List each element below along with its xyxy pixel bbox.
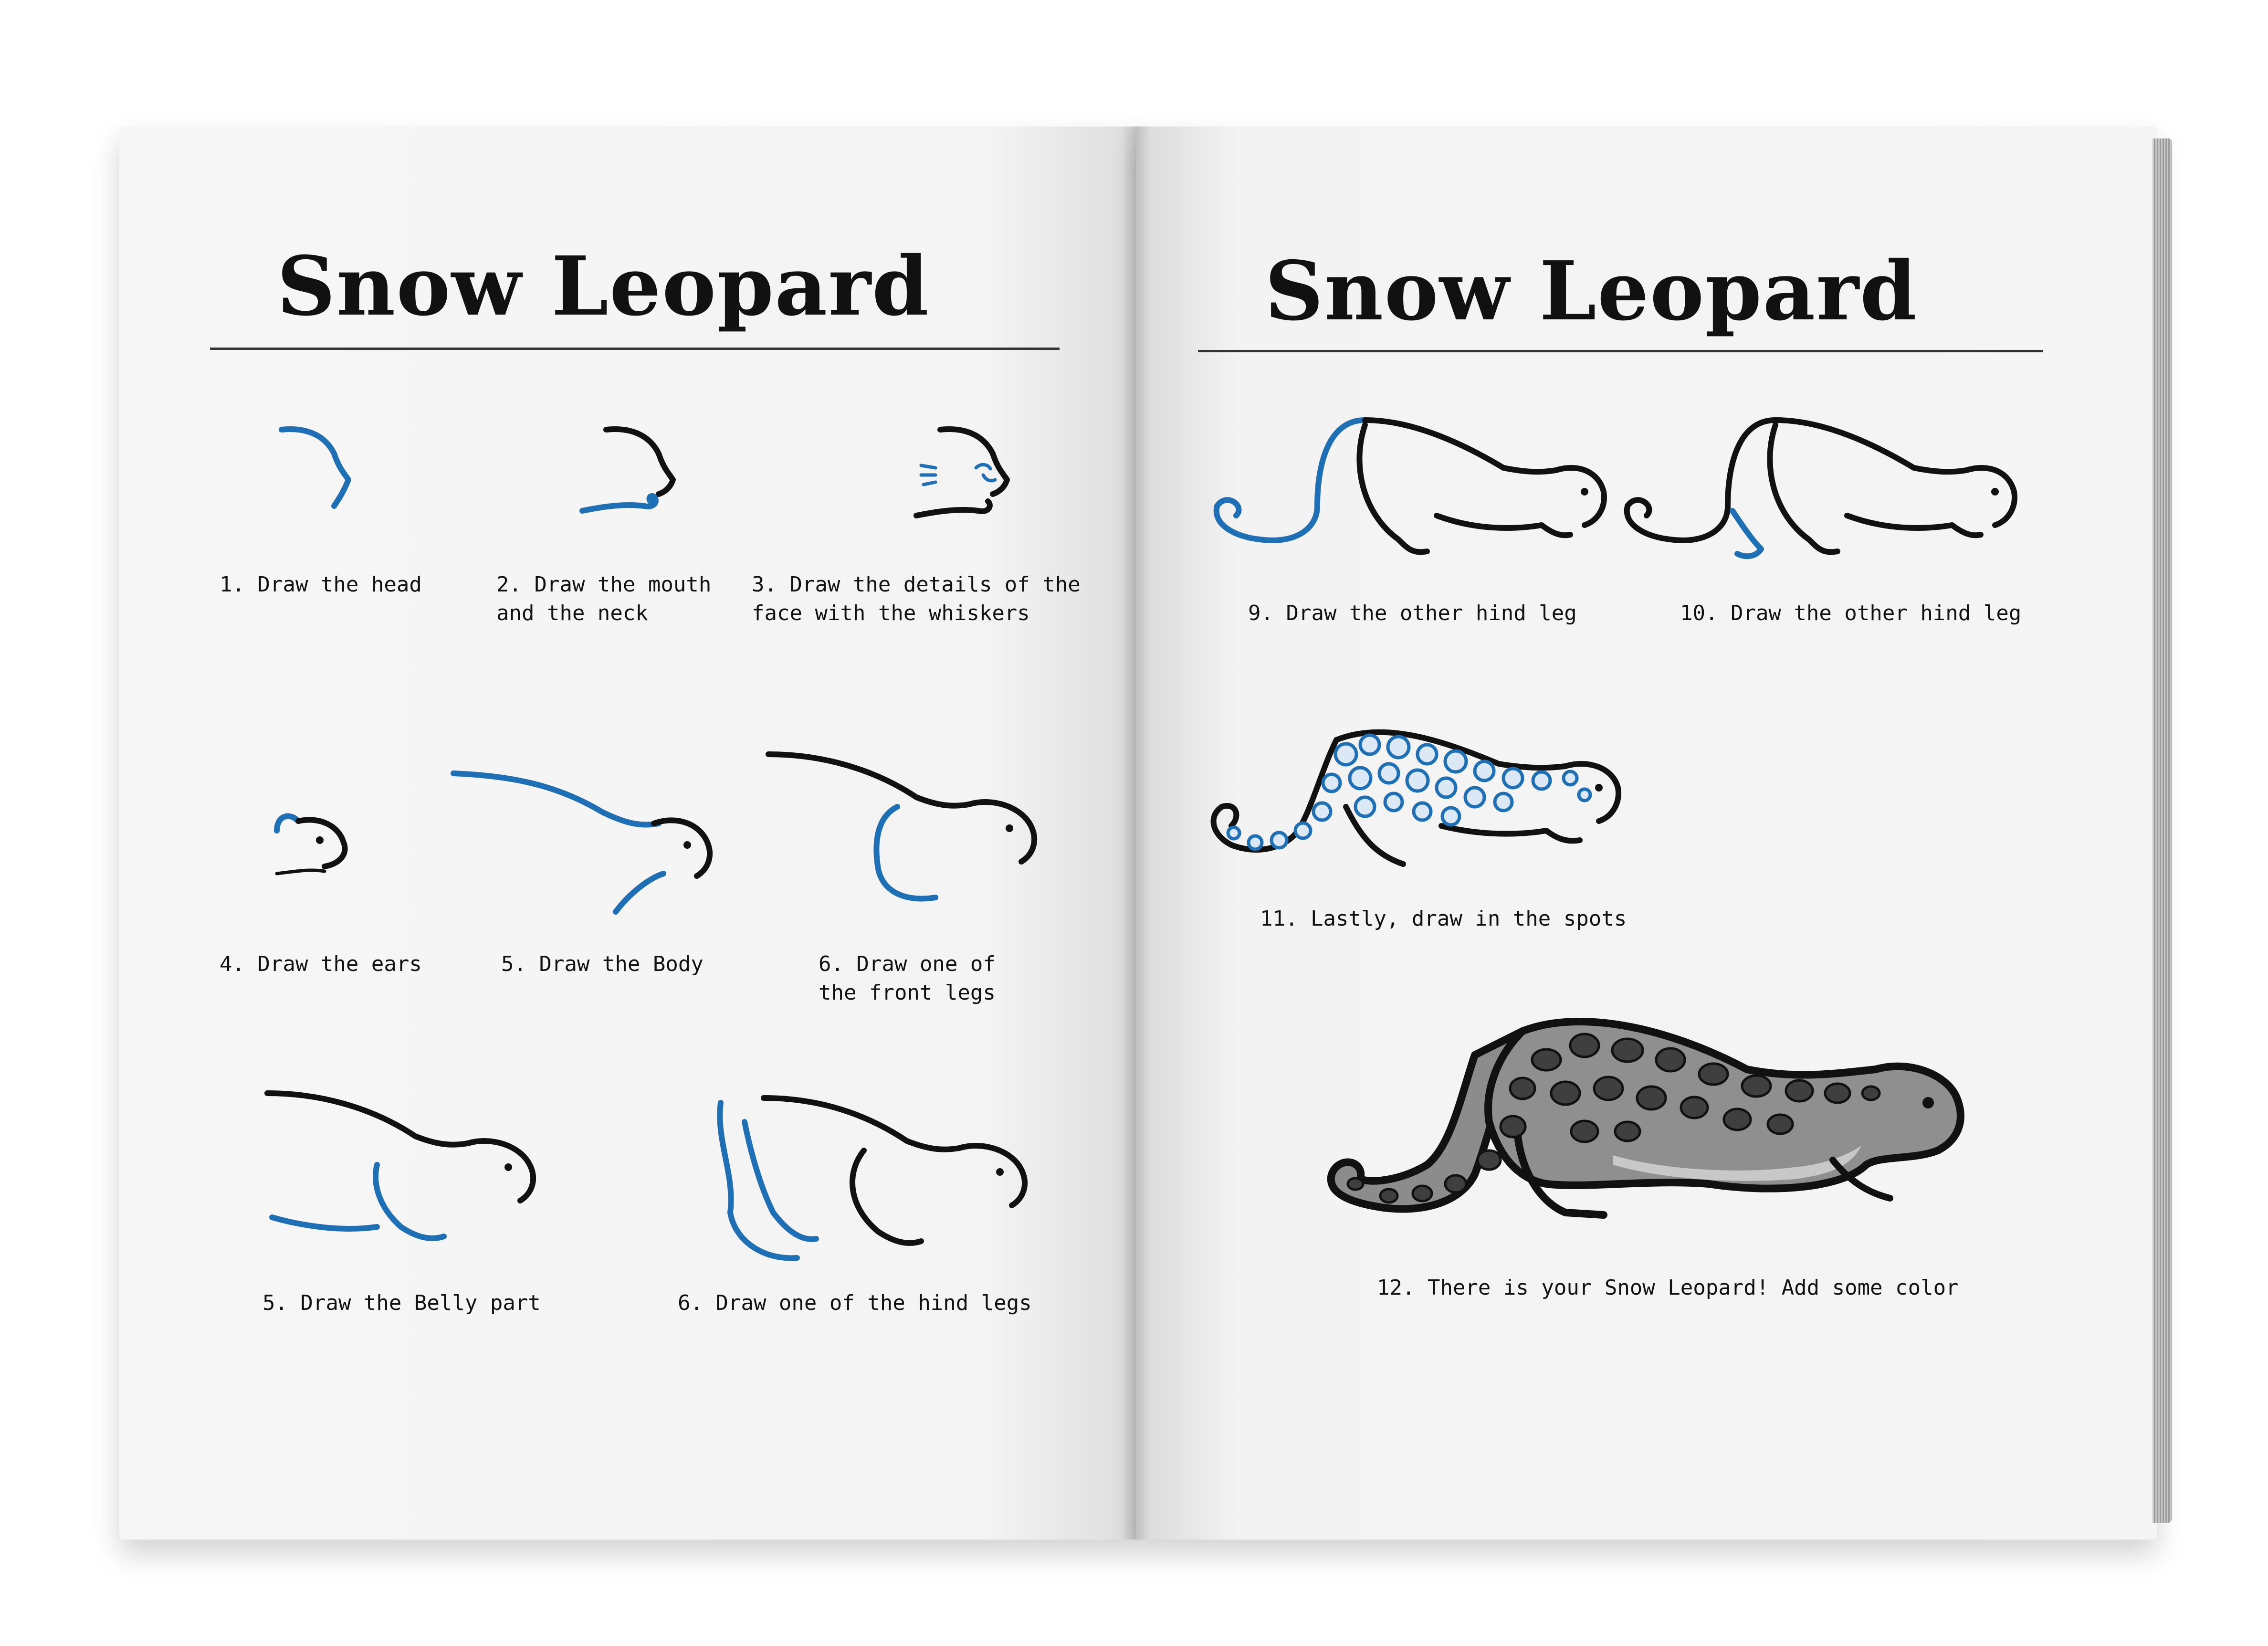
step-8-drawing	[717, 1095, 1028, 1261]
open-book: Snow Leopard 1. Draw the head 2. Draw th…	[0, 0, 2268, 1646]
step-11-caption: 11. Lastly, draw in the spots	[1260, 907, 1627, 931]
step-7-drawing	[264, 1090, 536, 1241]
step-9-caption: 9. Draw the other hind leg	[1248, 601, 1577, 625]
step-5-drawing	[451, 770, 713, 915]
step-8-caption: 6. Draw one of the hind legs	[678, 1291, 1032, 1315]
right-page-title: Snow Leopard	[1265, 243, 1918, 339]
step-4-drawing	[274, 813, 348, 876]
step-6-drawing	[766, 751, 1038, 902]
step-2-drawing	[579, 426, 676, 514]
step-12-drawing	[1327, 1018, 1964, 1219]
step-11-drawing	[1210, 729, 1621, 867]
step-5-caption: 5. Draw the Body	[501, 952, 704, 976]
step-4-caption: 4. Draw the ears	[220, 952, 422, 976]
step-2-caption: 2. Draw the mouth and the neck	[496, 572, 712, 625]
step-1-drawing	[279, 426, 351, 509]
right-title-rule	[1198, 350, 2043, 352]
step-12-caption: 12. There is your Snow Leopard! Add some…	[1377, 1276, 1959, 1300]
page-edges	[2152, 138, 2172, 1523]
step-7-caption: 5. Draw the Belly part	[262, 1291, 541, 1315]
left-title-rule	[210, 348, 1060, 350]
step-10-caption: 10. Draw the other hind leg	[1680, 601, 2022, 625]
book-spine	[1122, 127, 1150, 1540]
step-3-drawing	[914, 426, 1010, 518]
step-9-drawing	[1213, 417, 1607, 555]
step-6-caption: 6. Draw one of the front legs	[819, 952, 996, 1005]
step-10-drawing	[1624, 417, 2017, 559]
left-page-title: Snow Leopard	[277, 239, 930, 334]
step-3-caption: 3. Draw the details of the face with the…	[752, 572, 1081, 625]
step-1-caption: 1. Draw the head	[220, 572, 422, 597]
